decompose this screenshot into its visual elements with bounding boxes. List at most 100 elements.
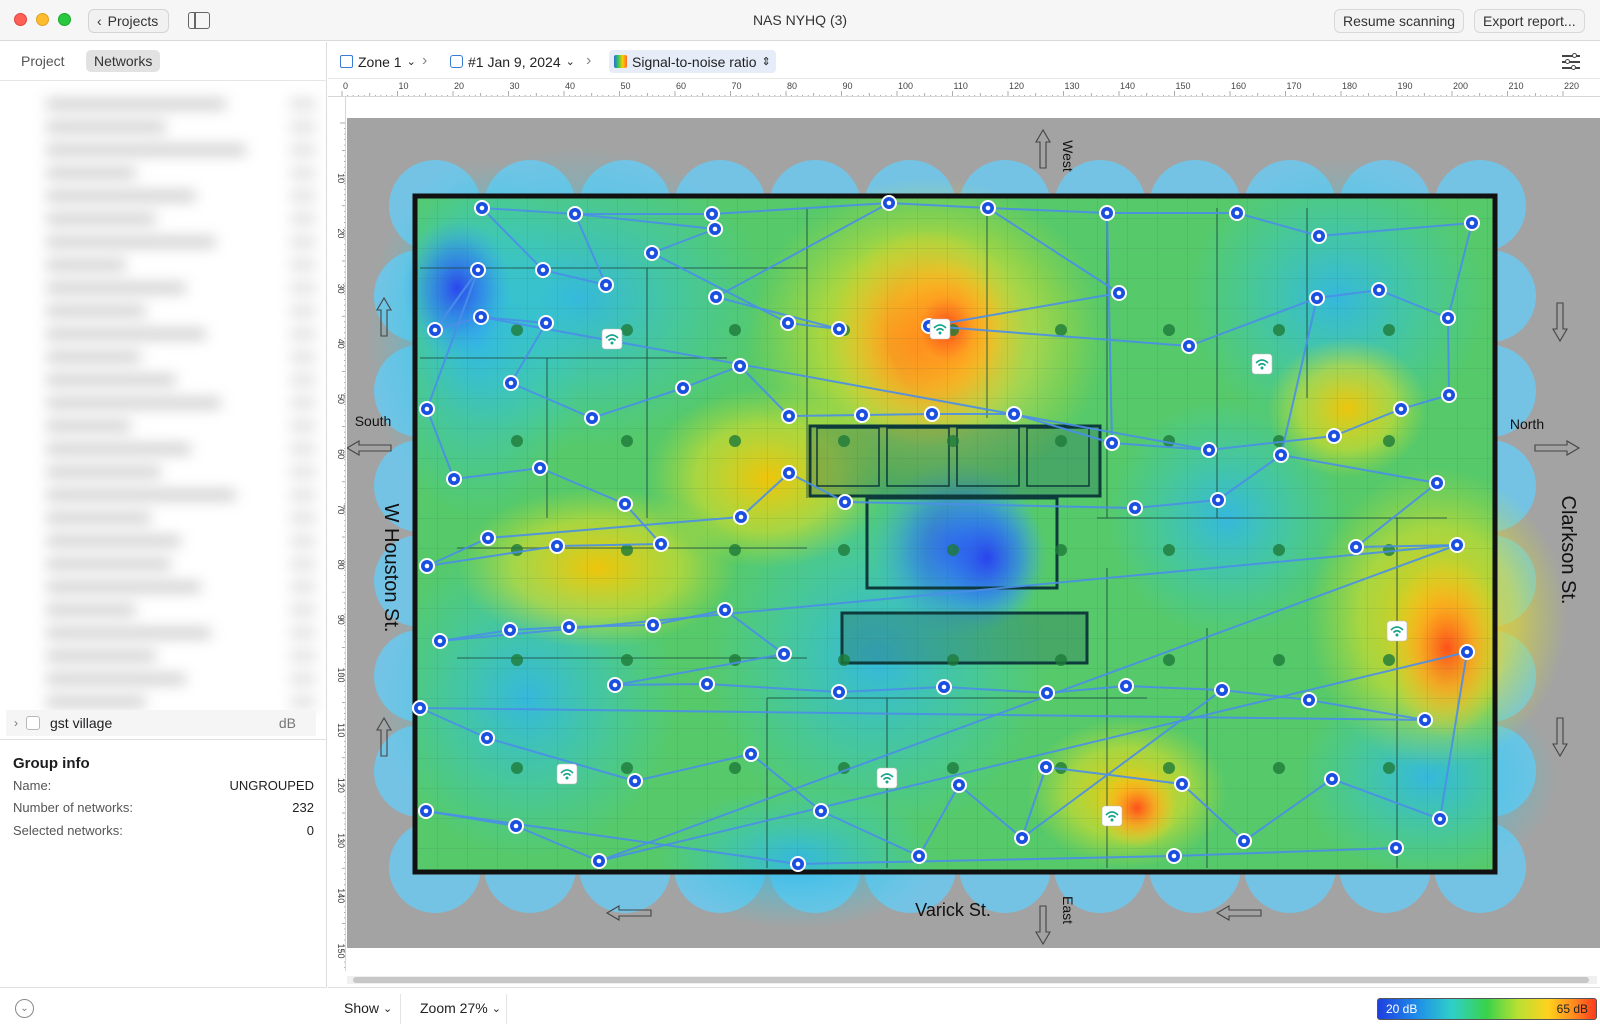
- scan-point[interactable]: [1118, 678, 1134, 694]
- horizontal-scrollbar[interactable]: [347, 976, 1597, 984]
- export-report-button[interactable]: Export report...: [1474, 9, 1585, 33]
- scan-point[interactable]: [704, 206, 720, 222]
- access-point-icon[interactable]: [601, 328, 623, 350]
- scan-point[interactable]: [1006, 406, 1022, 422]
- scan-point[interactable]: [1273, 447, 1289, 463]
- scan-point[interactable]: [1111, 285, 1127, 301]
- scan-point[interactable]: [675, 380, 691, 396]
- scan-point[interactable]: [480, 530, 496, 546]
- scan-point[interactable]: [419, 401, 435, 417]
- scan-selector[interactable]: #1 Jan 9, 2024 ⌄: [445, 50, 580, 73]
- scan-point[interactable]: [1393, 401, 1409, 417]
- scan-point[interactable]: [508, 818, 524, 834]
- scan-point[interactable]: [1459, 644, 1475, 660]
- scan-point[interactable]: [1127, 500, 1143, 516]
- scan-point[interactable]: [1429, 475, 1445, 491]
- scan-point[interactable]: [432, 633, 448, 649]
- scan-point[interactable]: [1309, 290, 1325, 306]
- scan-point[interactable]: [1174, 776, 1190, 792]
- scan-point[interactable]: [732, 358, 748, 374]
- scrollbar-thumb[interactable]: [353, 977, 1589, 983]
- scan-point[interactable]: [1464, 215, 1480, 231]
- scan-point[interactable]: [1014, 830, 1030, 846]
- scan-point[interactable]: [1371, 282, 1387, 298]
- scan-point[interactable]: [924, 406, 940, 422]
- scan-point[interactable]: [1166, 848, 1182, 864]
- scan-point[interactable]: [707, 221, 723, 237]
- scan-point[interactable]: [1311, 228, 1327, 244]
- scan-point[interactable]: [1388, 840, 1404, 856]
- scan-point[interactable]: [837, 494, 853, 510]
- scan-point[interactable]: [1449, 537, 1465, 553]
- zoom-menu-button[interactable]: Zoom 27% ⌄: [420, 1000, 501, 1016]
- scan-point[interactable]: [1181, 338, 1197, 354]
- scan-point[interactable]: [699, 676, 715, 692]
- scan-point[interactable]: [598, 277, 614, 293]
- scan-point[interactable]: [503, 375, 519, 391]
- scan-point[interactable]: [1214, 682, 1230, 698]
- scan-point[interactable]: [1099, 205, 1115, 221]
- scan-point[interactable]: [653, 536, 669, 552]
- scan-point[interactable]: [1039, 685, 1055, 701]
- scan-point[interactable]: [502, 622, 518, 638]
- scan-point[interactable]: [1440, 310, 1456, 326]
- scan-point[interactable]: [776, 646, 792, 662]
- scan-point[interactable]: [717, 602, 733, 618]
- minimize-window-button[interactable]: [36, 13, 49, 26]
- scan-point[interactable]: [951, 777, 967, 793]
- scan-point[interactable]: [532, 460, 548, 476]
- settings-sliders-icon[interactable]: [1562, 52, 1580, 70]
- scan-point[interactable]: [1201, 442, 1217, 458]
- scan-point[interactable]: [1229, 205, 1245, 221]
- scan-point[interactable]: [1432, 811, 1448, 827]
- scan-point[interactable]: [1236, 833, 1252, 849]
- scan-point[interactable]: [1104, 435, 1120, 451]
- scan-point[interactable]: [473, 309, 489, 325]
- scan-point[interactable]: [644, 245, 660, 261]
- scan-point[interactable]: [911, 848, 927, 864]
- visualization-selector[interactable]: Signal-to-noise ratio ⇕: [609, 50, 776, 73]
- scan-point[interactable]: [881, 195, 897, 211]
- scan-point[interactable]: [781, 465, 797, 481]
- resume-scanning-button[interactable]: Resume scanning: [1334, 9, 1465, 33]
- access-point-icon[interactable]: [929, 318, 951, 340]
- scan-point[interactable]: [1210, 492, 1226, 508]
- scan-point[interactable]: [781, 408, 797, 424]
- scan-point[interactable]: [813, 803, 829, 819]
- zone-selector[interactable]: Zone 1 ⌄: [335, 50, 421, 73]
- access-point-icon[interactable]: [1251, 353, 1273, 375]
- scan-point[interactable]: [780, 315, 796, 331]
- scan-point[interactable]: [733, 509, 749, 525]
- access-point-icon[interactable]: [1386, 620, 1408, 642]
- scan-point[interactable]: [1326, 428, 1342, 444]
- scan-point[interactable]: [538, 315, 554, 331]
- scan-point[interactable]: [831, 684, 847, 700]
- floor-plan-canvas[interactable]: W Houston St. Clarkson St. Varick St. West E…: [347, 98, 1600, 971]
- scan-point[interactable]: [645, 617, 661, 633]
- scan-point[interactable]: [1441, 387, 1457, 403]
- scan-point[interactable]: [479, 730, 495, 746]
- scan-point[interactable]: [446, 471, 462, 487]
- access-point-icon[interactable]: [1101, 805, 1123, 827]
- access-point-icon[interactable]: [556, 763, 578, 785]
- chevron-down-circle-icon[interactable]: ⌄: [15, 999, 34, 1018]
- scan-point[interactable]: [1038, 759, 1054, 775]
- scan-point[interactable]: [549, 538, 565, 554]
- projects-back-button[interactable]: ‹ Projects: [88, 9, 170, 33]
- scan-point[interactable]: [535, 262, 551, 278]
- scan-point[interactable]: [427, 322, 443, 338]
- zoom-window-button[interactable]: [58, 13, 71, 26]
- close-window-button[interactable]: [14, 13, 27, 26]
- scan-point[interactable]: [607, 677, 623, 693]
- scan-point[interactable]: [419, 558, 435, 574]
- scan-point[interactable]: [412, 700, 428, 716]
- tab-networks[interactable]: Networks: [86, 50, 161, 72]
- scan-point[interactable]: [831, 321, 847, 337]
- scan-point[interactable]: [584, 410, 600, 426]
- scan-point[interactable]: [627, 773, 643, 789]
- scan-point[interactable]: [708, 289, 724, 305]
- scan-point[interactable]: [1301, 692, 1317, 708]
- scan-point[interactable]: [743, 746, 759, 762]
- sidebar-toggle-icon[interactable]: [188, 12, 210, 29]
- scan-point[interactable]: [561, 619, 577, 635]
